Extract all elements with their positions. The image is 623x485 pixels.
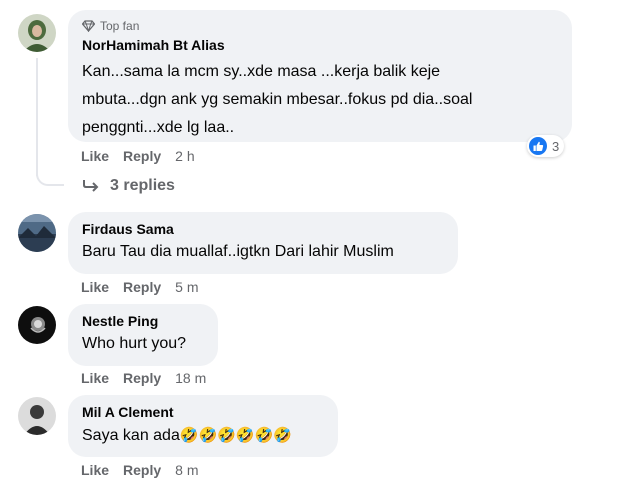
top-fan-badge: Top fan <box>82 18 558 34</box>
top-fan-label: Top fan <box>100 19 140 33</box>
reply-button[interactable]: Reply <box>123 148 161 164</box>
laughing-emoji-icons: 🤣🤣🤣🤣🤣🤣 <box>179 426 292 444</box>
commenter-name[interactable]: Nestle Ping <box>82 312 204 330</box>
comment-text: Baru Tau dia muallaf..igtkn Dari lahir M… <box>82 243 394 260</box>
timestamp[interactable]: 18 m <box>175 370 206 386</box>
view-replies-button[interactable]: 3 replies <box>82 177 175 195</box>
timestamp[interactable]: 2 h <box>175 148 194 164</box>
like-button[interactable]: Like <box>81 462 109 478</box>
avatar-firdaus[interactable] <box>18 214 56 252</box>
avatar-mil-a-clement[interactable] <box>18 397 56 435</box>
top-fan-diamond-icon <box>82 20 95 32</box>
like-button[interactable]: Like <box>81 370 109 386</box>
comment-actions: Like Reply 8 m <box>81 462 198 478</box>
comment-bubble: Mil A Clement Saya kan ada🤣🤣🤣🤣🤣🤣 <box>68 395 338 457</box>
avatar-norhamimah[interactable] <box>18 14 56 52</box>
reply-button[interactable]: Reply <box>123 279 161 295</box>
comment-bubble: Firdaus Sama Baru Tau dia muallaf..igtkn… <box>68 212 458 274</box>
reply-button[interactable]: Reply <box>123 370 161 386</box>
like-thumb-icon <box>529 137 547 155</box>
thread-curve <box>36 166 64 186</box>
comment-actions: Like Reply 2 h <box>81 148 195 164</box>
avatar-nestle[interactable] <box>18 306 56 344</box>
reply-arrow-icon <box>83 180 99 192</box>
commenter-name[interactable]: NorHamimah Bt Alias <box>82 36 558 54</box>
comment-text: Saya kan ada🤣🤣🤣🤣🤣🤣 <box>82 421 324 450</box>
like-button[interactable]: Like <box>81 148 109 164</box>
timestamp[interactable]: 8 m <box>175 462 198 478</box>
reaction-count-badge[interactable]: 3 <box>527 135 565 157</box>
replies-label: 3 replies <box>110 177 175 194</box>
comment-text-body: Saya kan ada <box>82 427 180 444</box>
reaction-count: 3 <box>552 138 560 154</box>
timestamp[interactable]: 5 m <box>175 279 198 295</box>
comment-actions: Like Reply 5 m <box>81 279 198 295</box>
comment-text-line: penggnti...xde lg laa.. <box>82 119 235 136</box>
comment-actions: Like Reply 18 m <box>81 370 206 386</box>
comment-text-line: mbuta...dgn ank yg semakin mbesar..fokus… <box>82 91 473 108</box>
comment-text-line: Kan...sama la mcm sy..xde masa ...kerja … <box>82 63 441 80</box>
comment-bubble: Top fan NorHamimah Bt Alias Kan...sama l… <box>68 10 572 142</box>
commenter-name[interactable]: Mil A Clement <box>82 403 324 421</box>
thread-line <box>36 58 38 176</box>
comment-bubble: Nestle Ping Who hurt you? <box>68 304 218 366</box>
reply-button[interactable]: Reply <box>123 462 161 478</box>
comment-text: Who hurt you? <box>82 335 187 352</box>
commenter-name[interactable]: Firdaus Sama <box>82 220 444 238</box>
like-button[interactable]: Like <box>81 279 109 295</box>
